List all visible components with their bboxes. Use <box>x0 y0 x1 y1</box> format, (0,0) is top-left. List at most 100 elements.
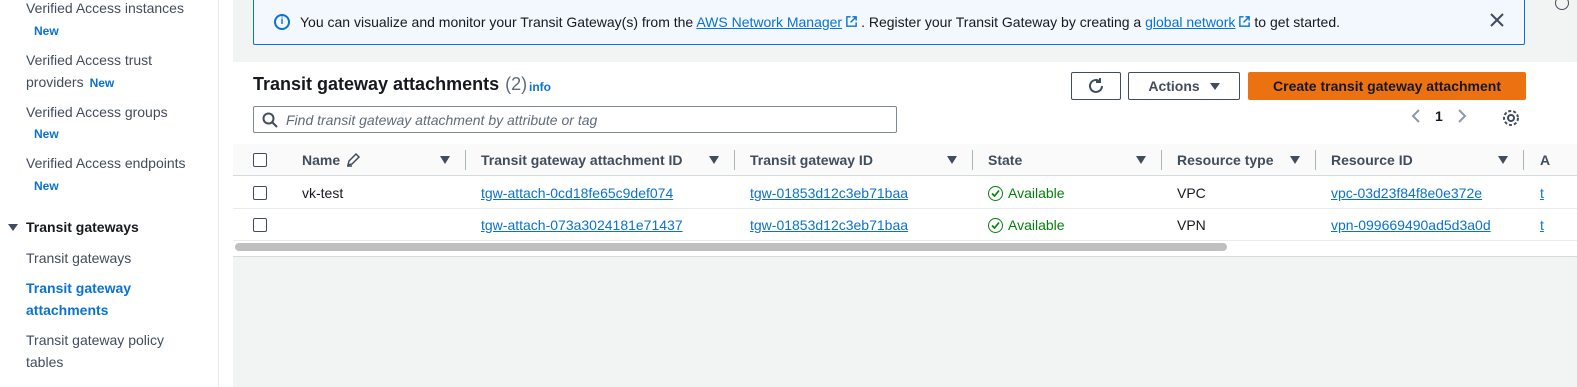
chevron-left-icon[interactable] <box>1411 108 1421 124</box>
column-header-truncated[interactable]: A <box>1540 144 1550 176</box>
column-divider[interactable] <box>734 150 735 170</box>
name-cell: vk-test <box>302 185 344 201</box>
select-all-checkbox[interactable] <box>253 153 267 167</box>
global-network-link[interactable]: global network <box>1145 14 1235 30</box>
banner-text-before: You can visualize and monitor your Trans… <box>300 13 694 30</box>
column-header-label: Transit gateway ID <box>750 152 873 168</box>
column-header-label: A <box>1540 152 1551 168</box>
sidebar-section-label: Transit gateways <box>26 219 139 235</box>
row-select-cell <box>253 177 267 209</box>
table-row[interactable]: vk-test tgw-attach-0cd18fe65c9def074 tgw… <box>233 177 1577 209</box>
attachment-id-link[interactable]: tgw-attach-0cd18fe65c9def074 <box>481 177 673 209</box>
info-link[interactable]: info <box>529 80 551 94</box>
resource-type-cell: VPC <box>1177 185 1206 201</box>
resource-type-cell: VPN <box>1177 217 1206 233</box>
resource-id-link[interactable]: vpn-099669490ad5d3a0d <box>1331 209 1491 241</box>
column-header-attachment-id[interactable]: Transit gateway attachment ID <box>481 144 683 176</box>
resource-id-link[interactable]: vpc-03d23f84f8e0e372e <box>1331 177 1482 209</box>
gear-icon[interactable] <box>1502 109 1520 127</box>
sort-icon[interactable] <box>1290 156 1300 164</box>
horizontal-scrollbar[interactable] <box>235 243 1227 251</box>
select-all-cell <box>253 144 267 176</box>
sort-icon[interactable] <box>947 156 957 164</box>
row-select-cell <box>253 209 267 241</box>
refresh-button[interactable] <box>1071 72 1121 100</box>
refresh-icon <box>1089 78 1103 93</box>
column-header-label: Resource ID <box>1331 152 1413 168</box>
column-divider[interactable] <box>972 150 973 170</box>
chevron-right-icon[interactable] <box>1457 108 1467 124</box>
column-header-label: Name <box>302 152 341 168</box>
column-header-resource-type[interactable]: Resource type <box>1177 144 1273 176</box>
tgw-id-link[interactable]: tgw-01853d12c3eb71baa <box>750 209 908 241</box>
item-count: (2) <box>505 74 528 94</box>
create-attachment-label: Create transit gateway attachment <box>1273 78 1501 94</box>
column-divider[interactable] <box>1161 150 1162 170</box>
attachments-container: i You can visualize and monitor your Tra… <box>233 0 1577 257</box>
column-header-state[interactable]: State <box>988 144 1022 176</box>
sort-icon[interactable] <box>440 156 450 164</box>
current-page[interactable]: 1 <box>1435 108 1443 124</box>
caret-down-icon <box>8 223 18 231</box>
page-title-text: Transit gateway attachments <box>253 74 500 94</box>
column-divider[interactable] <box>465 150 466 170</box>
sort-icon[interactable] <box>1498 156 1508 164</box>
sidebar-item-transit-gateway-attachments[interactable]: Transit gateway attachments <box>26 277 156 321</box>
column-header-tgw-id[interactable]: Transit gateway ID <box>750 144 873 176</box>
row-checkbox[interactable] <box>253 186 267 200</box>
info-icon: i <box>274 13 290 30</box>
new-badge: New <box>34 24 59 38</box>
pagination: 1 <box>1411 108 1467 124</box>
search-field[interactable] <box>253 106 897 133</box>
banner-text-middle: . Register your Transit Gateway by creat… <box>861 13 1142 30</box>
state-cell: Available <box>988 177 1065 209</box>
column-header-resource-id[interactable]: Resource ID <box>1331 144 1413 176</box>
main-content: i You can visualize and monitor your Tra… <box>233 0 1577 387</box>
check-circle-icon <box>988 185 1003 201</box>
new-badge: New <box>34 127 59 141</box>
table-header-row: Name Transit gateway attachment ID Trans… <box>233 144 1577 176</box>
sidebar-item-transit-gateway-policy-tables[interactable]: Transit gateway policy tables <box>26 329 186 373</box>
sidebar-item-label: Verified Access instances <box>26 0 184 16</box>
new-badge: New <box>89 76 115 90</box>
table-row[interactable]: tgw-attach-073a3024181e71437 tgw-01853d1… <box>233 209 1577 241</box>
edit-icon <box>347 152 361 167</box>
column-header-name[interactable]: Name <box>302 144 361 176</box>
column-divider[interactable] <box>1523 150 1524 170</box>
sidebar-item-label: Verified Access groups <box>26 104 168 120</box>
sort-icon[interactable] <box>1136 156 1146 164</box>
banner-text: You can visualize and monitor your Trans… <box>300 14 1340 30</box>
state-label: Available <box>1008 185 1065 201</box>
attachment-id-link[interactable]: tgw-attach-073a3024181e71437 <box>481 209 683 241</box>
sidebar-item-verified-access-groups[interactable]: Verified Access groups <box>26 101 206 123</box>
sidebar-item-label: Transit gateways <box>26 250 132 266</box>
sidebar: Verified Access instances New Verified A… <box>0 0 219 387</box>
row-checkbox[interactable] <box>253 218 267 232</box>
column-divider[interactable] <box>1315 150 1316 170</box>
sidebar-section-transit-gateways[interactable]: Transit gateways <box>8 216 139 238</box>
tgw-id-link[interactable]: tgw-01853d12c3eb71baa <box>750 177 908 209</box>
truncated-link[interactable]: t <box>1540 209 1544 241</box>
column-header-label: Transit gateway attachment ID <box>481 152 683 168</box>
actions-label: Actions <box>1148 78 1200 94</box>
search-input[interactable] <box>286 111 886 128</box>
sidebar-item-verified-access-endpoints[interactable]: Verified Access endpoints <box>26 152 206 174</box>
state-cell: Available <box>988 209 1065 241</box>
sidebar-item-label: Transit gateway policy tables <box>26 332 164 370</box>
check-circle-icon <box>988 217 1003 233</box>
aws-network-manager-link[interactable]: AWS Network Manager <box>696 14 842 30</box>
sort-icon[interactable] <box>709 156 719 164</box>
sidebar-item-verified-access-instances[interactable]: Verified Access instances <box>26 0 206 19</box>
search-icon <box>262 112 278 128</box>
state-label: Available <box>1008 217 1065 233</box>
info-banner: i You can visualize and monitor your Tra… <box>253 0 1525 45</box>
create-attachment-button[interactable]: Create transit gateway attachment <box>1248 72 1526 100</box>
actions-button[interactable]: Actions <box>1128 72 1240 100</box>
sidebar-item-verified-access-trust-providers[interactable]: Verified Access trust providers New <box>26 49 206 94</box>
column-header-label: Resource type <box>1177 152 1274 168</box>
close-icon[interactable] <box>1488 11 1506 29</box>
truncated-link[interactable]: t <box>1540 177 1544 209</box>
external-link-icon <box>1239 15 1251 27</box>
sidebar-item-label: Transit gateway attachments <box>26 280 132 318</box>
sidebar-item-transit-gateways[interactable]: Transit gateways <box>26 247 206 269</box>
